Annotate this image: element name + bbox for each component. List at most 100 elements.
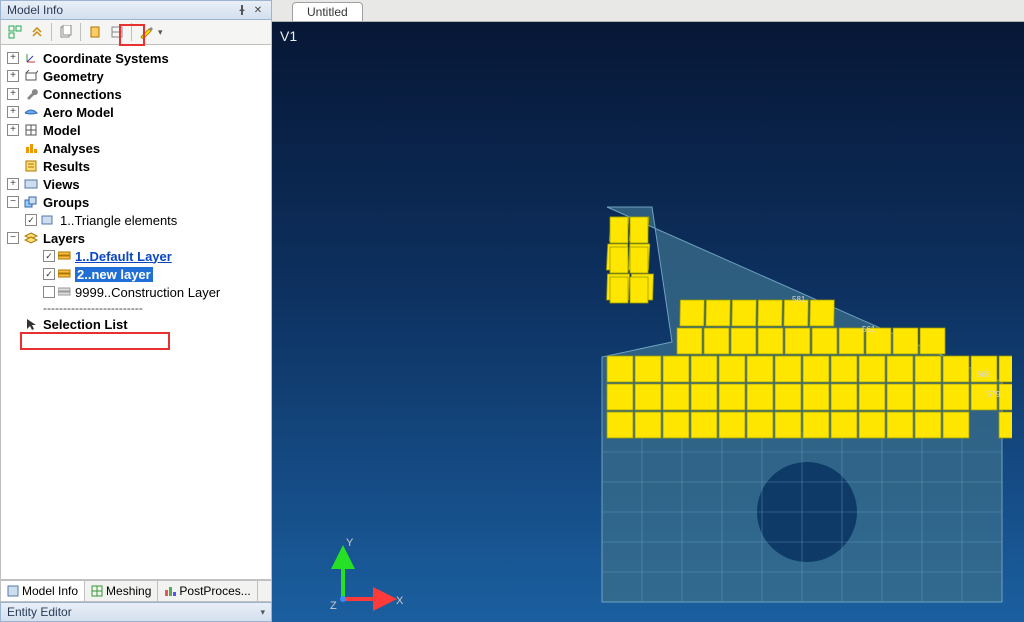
svg-text:561: 561 <box>862 325 876 334</box>
aero-icon <box>23 105 39 119</box>
svg-text:568: 568 <box>977 370 991 379</box>
tree-label: Results <box>43 159 90 174</box>
tree-label: 2..new layer <box>75 267 153 282</box>
tree-node-layers[interactable]: − Layers <box>3 229 271 247</box>
collapse-icon[interactable]: − <box>7 196 19 208</box>
tab-postprocessing[interactable]: PostProces... <box>158 581 257 601</box>
geometry-icon <box>23 69 39 83</box>
layer-icon <box>58 250 72 262</box>
svg-text:Z: Z <box>330 600 337 612</box>
expand-icon[interactable]: + <box>7 70 19 82</box>
layers-icon <box>23 231 39 245</box>
copy-icon[interactable] <box>56 22 76 42</box>
tree-node-geometry[interactable]: + Geometry <box>3 67 271 85</box>
views-icon <box>23 177 39 191</box>
expand-icon[interactable]: + <box>7 106 19 118</box>
tab-label: PostProces... <box>179 584 250 598</box>
panel-bottom-tabs: Model Info Meshing PostProces... <box>0 580 272 602</box>
expand-icon[interactable]: + <box>7 52 19 64</box>
document-tab-untitled[interactable]: Untitled <box>292 2 363 21</box>
tab-model-info[interactable]: Model Info <box>1 581 85 601</box>
tree-node-layer-new-layer[interactable]: ✓ 2..new layer <box>3 265 271 283</box>
tab-meshing[interactable]: Meshing <box>85 581 158 601</box>
tab-label: Model Info <box>22 584 78 598</box>
grid-icon <box>23 123 39 137</box>
tree-node-layer-construction[interactable]: 9999..Construction Layer <box>3 283 271 301</box>
expand-icon[interactable]: + <box>7 178 19 190</box>
toolbar-separator <box>80 23 81 41</box>
tree-label: 9999..Construction Layer <box>75 285 220 300</box>
layer-icon <box>58 268 72 280</box>
checkbox[interactable] <box>43 286 55 298</box>
pin-icon[interactable] <box>235 3 249 17</box>
collapse-icon[interactable]: − <box>7 232 19 244</box>
panel-toolbar: ▾ <box>0 20 272 44</box>
tree-label: Analyses <box>43 141 100 156</box>
model-info-panel: Model Info ✕ ▾ + Coordinate Systems + Ge… <box>0 0 272 622</box>
graphics-viewport[interactable]: V1 <box>272 22 1024 622</box>
dropdown-arrow-icon[interactable]: ▾ <box>158 27 163 38</box>
layer-icon <box>58 286 72 298</box>
tree-label: Aero Model <box>43 105 114 120</box>
tree-node-layer-default[interactable]: ✓ 1..Default Layer <box>3 247 271 265</box>
tree-node-groups[interactable]: − Groups <box>3 193 271 211</box>
collapse-all-icon[interactable] <box>27 22 47 42</box>
tree-label: Selection List <box>43 317 128 332</box>
checkbox[interactable]: ✓ <box>25 214 37 226</box>
tree-node-model[interactable]: + Model <box>3 121 271 139</box>
results-icon <box>23 159 39 173</box>
meshing-tab-icon <box>91 585 103 597</box>
tree-node-coordinate-systems[interactable]: + Coordinate Systems <box>3 49 271 67</box>
tree-node-selection-list[interactable]: Selection List <box>3 315 271 333</box>
svg-text:Y: Y <box>346 537 354 549</box>
expand-icon[interactable]: + <box>7 124 19 136</box>
tree-label: Coordinate Systems <box>43 51 169 66</box>
svg-text:X: X <box>396 595 404 607</box>
toolbar-separator <box>51 23 52 41</box>
model-tree[interactable]: + Coordinate Systems + Geometry + Connec… <box>0 44 272 580</box>
wrench-icon <box>23 87 39 101</box>
tree-label: Views <box>43 177 80 192</box>
tab-label: Meshing <box>106 584 151 598</box>
view-label: V1 <box>280 28 297 44</box>
tree-node-aero-model[interactable]: + Aero Model <box>3 103 271 121</box>
model-info-tab-icon <box>7 585 19 597</box>
axes-icon <box>23 51 39 65</box>
tree-node-results[interactable]: Results <box>3 157 271 175</box>
tree-label: Groups <box>43 195 89 210</box>
tree-separator: ------------------------- <box>3 301 271 315</box>
dropdown-arrow-icon[interactable]: ▾ <box>260 607 265 618</box>
panel-header: Model Info ✕ <box>0 0 272 20</box>
postproc-tab-icon <box>164 585 176 597</box>
panel-title-text: Model Info <box>7 3 63 17</box>
paste-icon[interactable] <box>85 22 105 42</box>
group-item-icon <box>40 213 56 227</box>
analyses-icon <box>23 141 39 155</box>
checkbox[interactable]: ✓ <box>43 250 55 262</box>
expand-all-icon[interactable] <box>5 22 25 42</box>
annotation-highlight-row <box>20 332 170 350</box>
tree-label: Model <box>43 123 81 138</box>
groups-icon <box>23 195 39 209</box>
close-icon[interactable]: ✕ <box>251 3 265 17</box>
toolbar-separator <box>131 23 132 41</box>
viewport-area: Untitled V1 <box>272 0 1024 622</box>
checkbox[interactable]: ✓ <box>43 268 55 280</box>
expand-icon[interactable]: + <box>7 88 19 100</box>
tree-node-connections[interactable]: + Connections <box>3 85 271 103</box>
tab-label: Untitled <box>307 5 348 19</box>
highlighter-icon[interactable] <box>136 22 156 42</box>
mesh-model: 581 561 568 579 <box>582 202 1012 622</box>
link-icon[interactable] <box>107 22 127 42</box>
tree-label: Layers <box>43 231 85 246</box>
tree-node-analyses[interactable]: Analyses <box>3 139 271 157</box>
tree-node-views[interactable]: + Views <box>3 175 271 193</box>
tree-label: Geometry <box>43 69 104 84</box>
tree-node-group-triangle-elements[interactable]: ✓ 1..Triangle elements <box>3 211 271 229</box>
tree-label: 1..Triangle elements <box>60 213 177 228</box>
entity-editor-title: Entity Editor <box>7 605 72 619</box>
entity-editor-header: Entity Editor ▾ <box>0 602 272 622</box>
document-tabbar: Untitled <box>272 0 1024 22</box>
svg-text:581: 581 <box>792 295 806 304</box>
cursor-icon <box>23 317 39 331</box>
